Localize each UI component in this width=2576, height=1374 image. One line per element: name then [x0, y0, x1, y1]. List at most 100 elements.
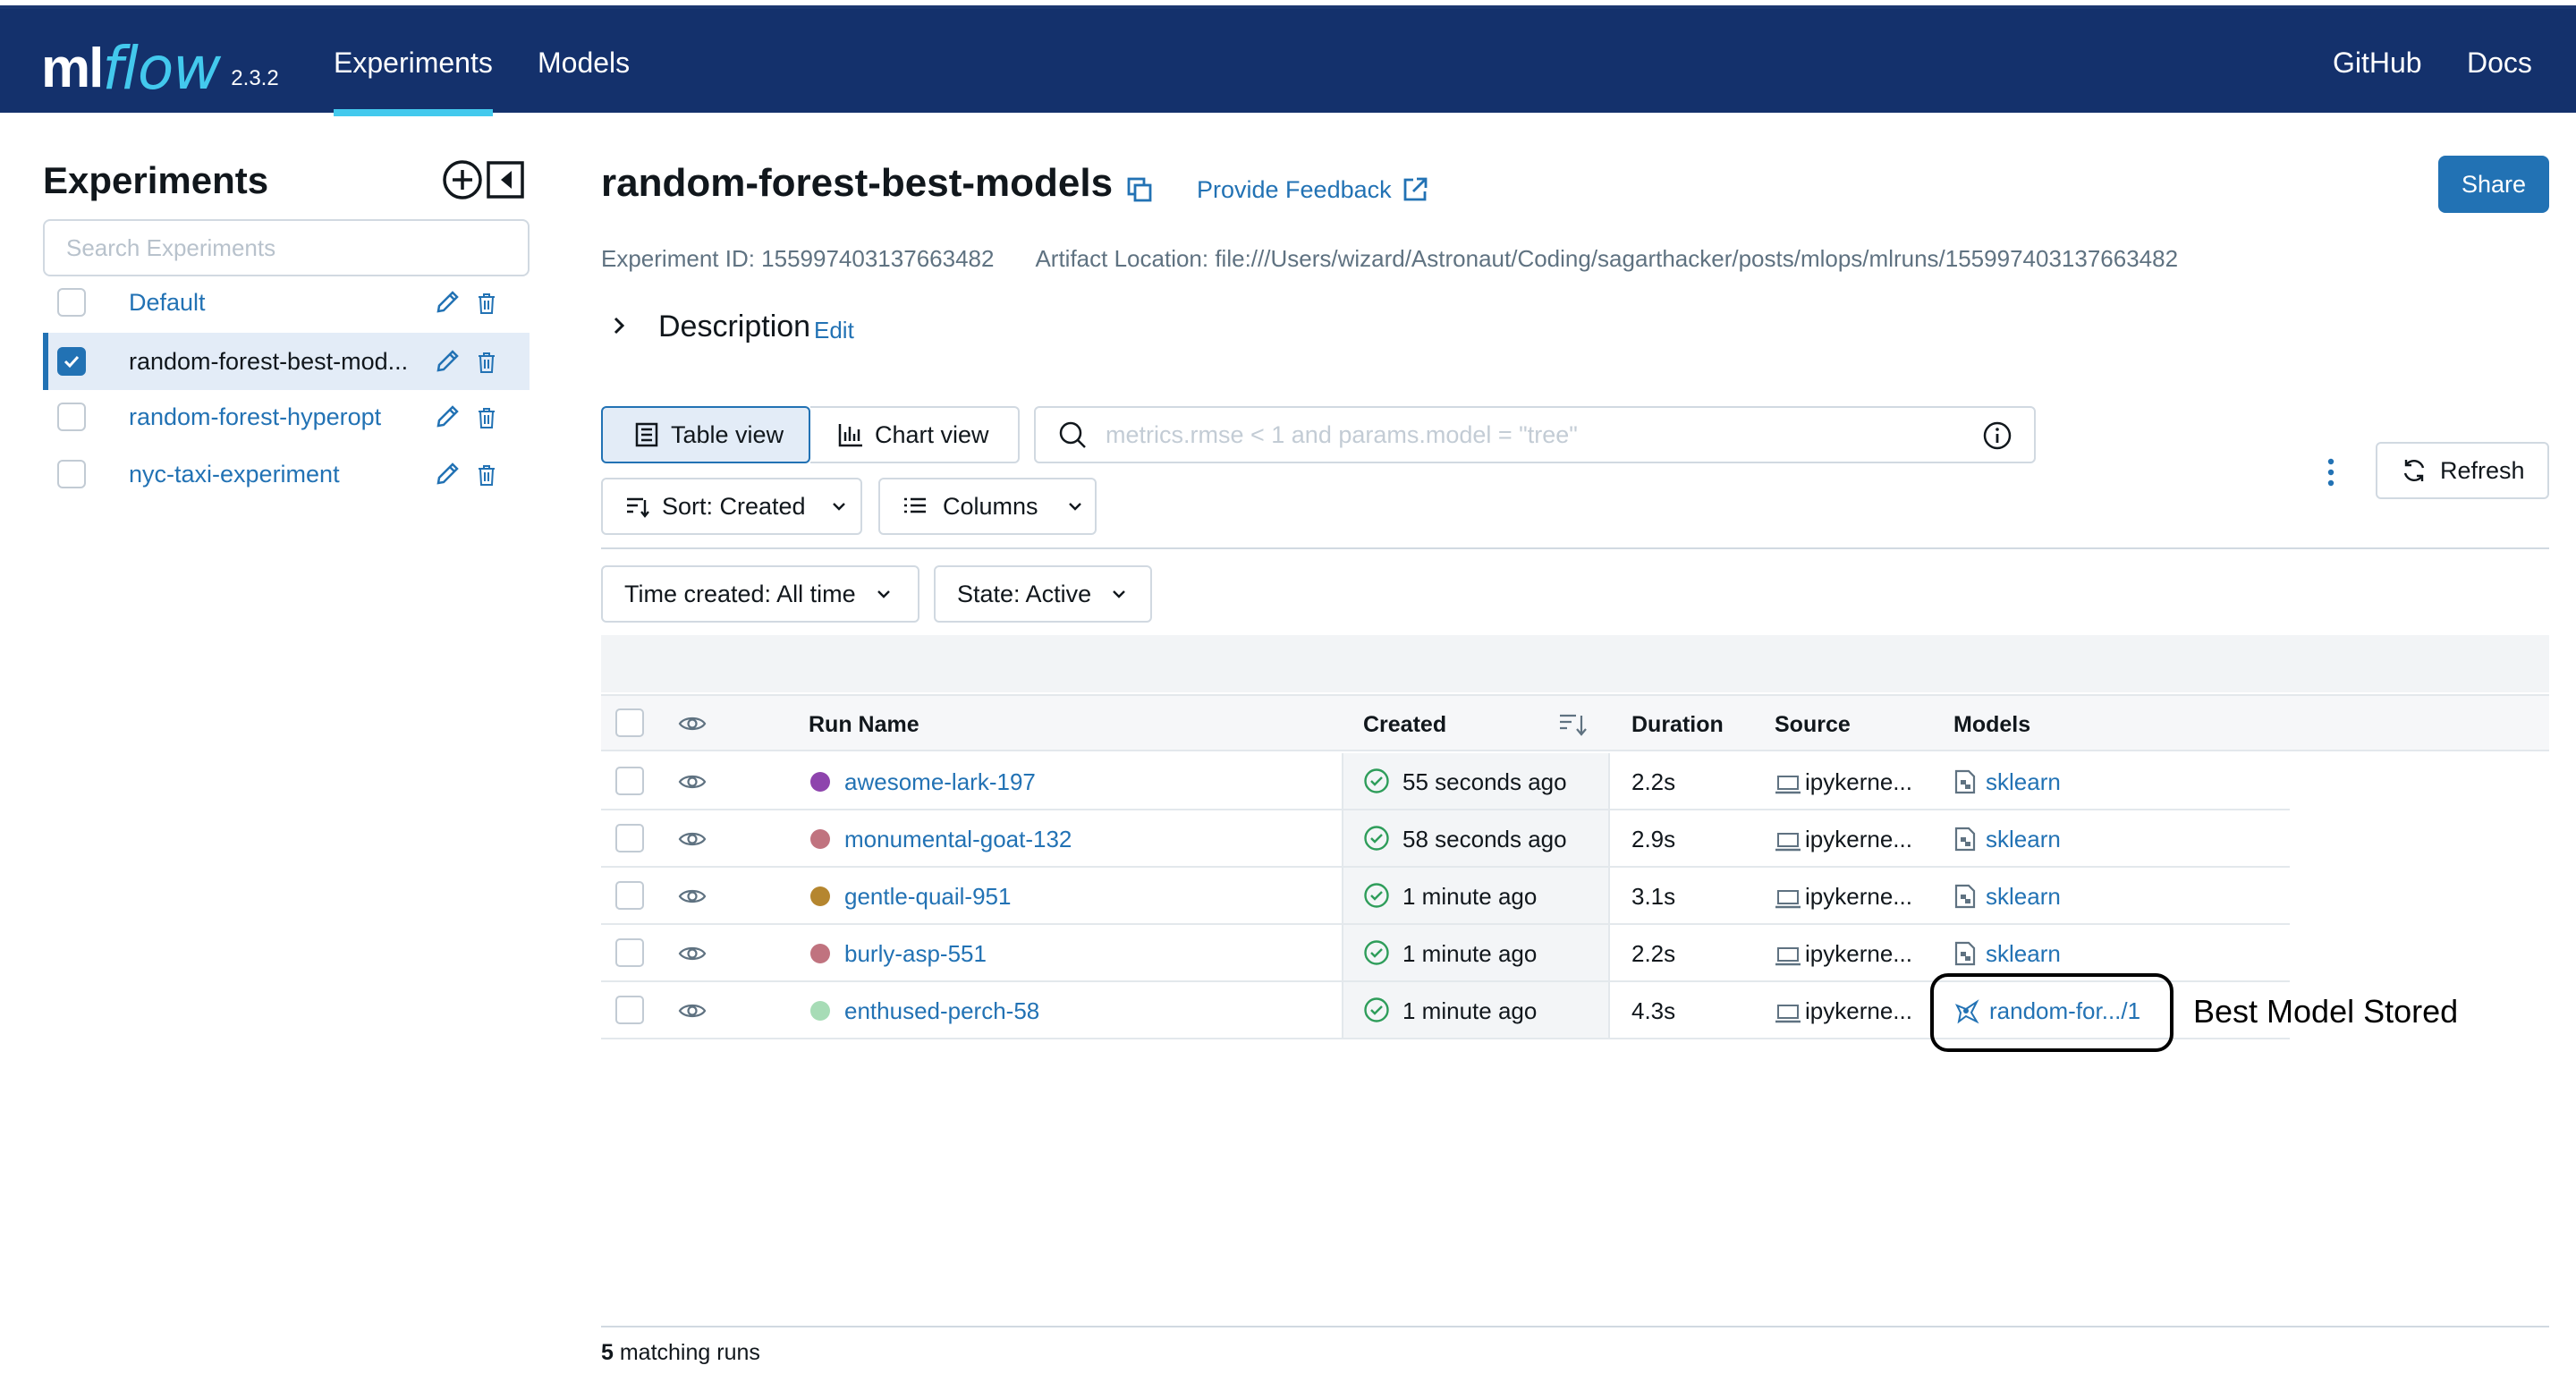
sort-dropdown[interactable]: Sort: Created — [601, 478, 862, 535]
eye-icon[interactable] — [678, 944, 707, 963]
model-link[interactable]: sklearn — [1986, 826, 2061, 853]
column-header-source[interactable]: Source — [1775, 712, 1851, 738]
copy-icon[interactable] — [1125, 175, 1154, 204]
run-color-dot — [810, 829, 830, 849]
model-file-icon — [1954, 884, 1976, 909]
source-text: ipykerne... — [1805, 826, 1912, 852]
sidebar-item-label[interactable]: random-forest-best-mod... — [129, 348, 408, 376]
sidebar-item-random-forest-hyperopt[interactable]: random-forest-hyperopt — [43, 388, 530, 445]
table-view-toggle[interactable]: Table view — [601, 406, 810, 463]
experiment-meta: Experiment ID: 155997403137663482 Artifac… — [601, 245, 2219, 273]
logo-ml: ml — [41, 38, 104, 99]
logo-flow: flow — [102, 34, 221, 103]
eye-icon[interactable] — [678, 714, 707, 734]
table-row[interactable]: monumental-goat-132 58 seconds ago 2.9s … — [601, 810, 2290, 868]
nav-docs[interactable]: Docs — [2467, 9, 2532, 116]
trash-icon[interactable] — [476, 292, 497, 315]
run-name-link[interactable]: awesome-lark-197 — [844, 768, 1036, 796]
sidebar-item-label[interactable]: Default — [129, 289, 206, 317]
chevron-right-icon[interactable] — [606, 313, 631, 338]
row-checkbox[interactable] — [615, 767, 644, 795]
info-icon[interactable] — [1982, 420, 2012, 451]
mlflow-logo[interactable]: ml flow 2.3.2 — [41, 29, 279, 100]
trash-icon[interactable] — [476, 351, 497, 374]
version-label: 2.3.2 — [231, 66, 279, 90]
source-text: ipykerne... — [1805, 997, 1912, 1024]
chevron-down-icon — [877, 590, 890, 598]
experiment-checkbox[interactable] — [57, 288, 86, 317]
row-checkbox[interactable] — [615, 824, 644, 852]
state-filter[interactable]: State: Active — [934, 565, 1152, 623]
row-checkbox[interactable] — [615, 938, 644, 967]
more-options-icon[interactable] — [2322, 456, 2340, 488]
runs-count-suffix: matching runs — [613, 1340, 760, 1365]
collapse-sidebar-icon[interactable] — [487, 161, 524, 199]
column-header-models[interactable]: Models — [1953, 712, 2030, 738]
description-edit-link[interactable]: Edit — [814, 317, 854, 344]
row-checkbox[interactable] — [615, 881, 644, 910]
chart-view-toggle[interactable]: Chart view — [810, 406, 1020, 463]
provide-feedback-link[interactable]: Provide Feedback — [1197, 175, 1429, 204]
feedback-label[interactable]: Provide Feedback — [1197, 176, 1392, 204]
run-name-link[interactable]: enthused-perch-58 — [844, 997, 1039, 1025]
eye-icon[interactable] — [678, 886, 707, 906]
time-created-filter[interactable]: Time created: All time — [601, 565, 919, 623]
nav-github[interactable]: GitHub — [2333, 9, 2422, 116]
select-all-checkbox[interactable] — [615, 708, 644, 737]
check-circle-icon — [1364, 883, 1389, 908]
runs-search[interactable] — [1034, 406, 2036, 463]
experiment-search-input[interactable] — [43, 219, 530, 276]
nav-models[interactable]: Models — [538, 9, 630, 116]
edit-pencil-icon[interactable] — [433, 460, 462, 488]
refresh-button[interactable]: Refresh — [2376, 442, 2549, 499]
runs-table-header: Run Name Created Duration Source Models — [601, 694, 2549, 751]
duration-text: 2.9s — [1631, 826, 1676, 852]
experiment-checkbox-checked[interactable] — [57, 347, 86, 376]
add-experiment-icon[interactable] — [442, 159, 483, 200]
sort-desc-icon[interactable] — [1558, 710, 1589, 737]
trash-icon[interactable] — [476, 406, 497, 429]
state-filter-label: State: Active — [957, 580, 1092, 607]
nav-experiments[interactable]: Experiments — [334, 9, 493, 116]
row-checkbox[interactable] — [615, 996, 644, 1024]
model-link[interactable]: sklearn — [1986, 883, 2061, 911]
runs-search-input[interactable] — [1106, 420, 1964, 449]
runs-count: 5 — [601, 1340, 614, 1365]
eye-icon[interactable] — [678, 772, 707, 792]
column-header-run-name[interactable]: Run Name — [809, 712, 919, 738]
sidebar-item-random-forest-best-models[interactable]: random-forest-best-mod... — [43, 333, 530, 390]
columns-dropdown[interactable]: Columns — [878, 478, 1097, 535]
edit-pencil-icon[interactable] — [433, 403, 462, 431]
model-link[interactable]: sklearn — [1986, 768, 2061, 796]
duration-text: 2.2s — [1631, 940, 1676, 967]
laptop-icon — [1775, 776, 1801, 794]
external-link-icon — [1403, 177, 1428, 201]
sidebar-item-nyc-taxi-experiment[interactable]: nyc-taxi-experiment — [43, 445, 530, 503]
model-link[interactable]: sklearn — [1986, 940, 2061, 968]
column-header-duration[interactable]: Duration — [1631, 712, 1724, 738]
check-circle-icon — [1364, 768, 1389, 793]
run-name-link[interactable]: monumental-goat-132 — [844, 826, 1072, 853]
experiment-checkbox[interactable] — [57, 403, 86, 431]
description-label[interactable]: Description — [658, 310, 810, 344]
table-row[interactable]: awesome-lark-197 55 seconds ago 2.2s ipy… — [601, 753, 2290, 810]
run-name-link[interactable]: burly-asp-551 — [844, 940, 987, 968]
edit-pencil-icon[interactable] — [433, 347, 462, 376]
sidebar-item-label[interactable]: nyc-taxi-experiment — [129, 461, 340, 488]
created-text: 55 seconds ago — [1402, 768, 1567, 795]
sidebar-item-default[interactable]: Default — [43, 274, 530, 331]
share-button[interactable]: Share — [2438, 156, 2549, 213]
column-header-created[interactable]: Created — [1363, 712, 1446, 738]
table-row[interactable]: gentle-quail-951 1 minute ago 3.1s ipyke… — [601, 868, 2290, 925]
top-navbar: ml flow 2.3.2 Experiments Models GitHub … — [0, 5, 2576, 116]
trash-icon[interactable] — [476, 463, 497, 487]
experiment-checkbox[interactable] — [57, 460, 86, 488]
chevron-down-icon — [1113, 590, 1125, 598]
run-name-link[interactable]: gentle-quail-951 — [844, 883, 1011, 911]
eye-icon[interactable] — [678, 1001, 707, 1021]
sidebar-item-label[interactable]: random-forest-hyperopt — [129, 403, 381, 431]
edit-pencil-icon[interactable] — [433, 288, 462, 317]
run-color-dot — [810, 944, 830, 963]
chart-view-label: Chart view — [875, 420, 989, 448]
eye-icon[interactable] — [678, 829, 707, 849]
